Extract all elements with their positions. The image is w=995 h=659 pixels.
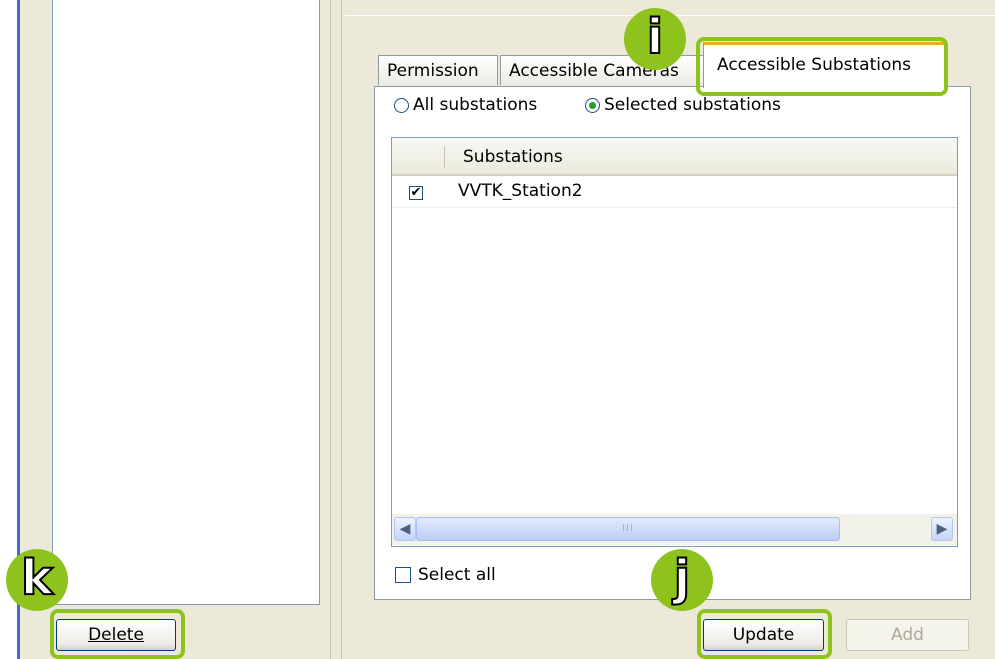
tab-permission[interactable]: Permission: [378, 55, 498, 85]
highlight-box-update: [697, 609, 832, 659]
radio-dot: [589, 102, 596, 109]
selected-substations-radio[interactable]: [585, 98, 600, 113]
splitter: [341, 0, 342, 659]
column-header-substations[interactable]: Substations: [463, 147, 563, 167]
selected-substations-label[interactable]: Selected substations: [604, 95, 781, 115]
column-separator[interactable]: [444, 146, 445, 168]
highlight-box-accessible-substations: [696, 37, 948, 96]
callout-badge-i: i: [624, 8, 686, 70]
scroll-thumb[interactable]: III: [416, 517, 840, 541]
select-all-checkbox[interactable]: [395, 567, 411, 583]
substation-name: VVTK_Station2: [458, 181, 583, 201]
splitter: [330, 0, 331, 659]
user-list[interactable]: [52, 0, 320, 605]
callout-badge-j: j: [651, 549, 713, 611]
all-substations-label[interactable]: All substations: [413, 95, 537, 115]
scroll-left-button[interactable]: ◀: [394, 517, 416, 541]
add-label: Add: [891, 625, 924, 645]
select-all-label[interactable]: Select all: [418, 565, 496, 585]
callout-badge-k: k: [6, 549, 68, 611]
all-substations-radio[interactable]: [394, 98, 409, 113]
highlight-box-delete: [50, 609, 185, 659]
scroll-grip: III: [622, 523, 634, 534]
scroll-right-button[interactable]: ▶: [931, 517, 953, 541]
add-button[interactable]: Add: [846, 619, 969, 651]
tab-label: Permission: [387, 61, 479, 81]
row-checkbox[interactable]: ✔: [409, 186, 423, 200]
horizontal-scrollbar[interactable]: ◀ III ▶: [392, 514, 957, 545]
